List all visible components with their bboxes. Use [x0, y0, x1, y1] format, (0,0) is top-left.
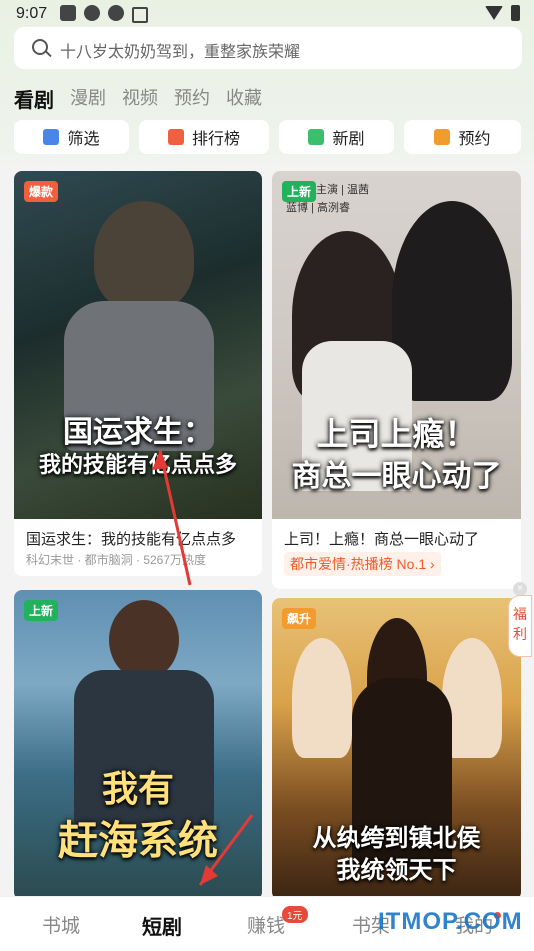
game-controller-icon: [60, 5, 76, 21]
poster-title-line2: 我的技能有亿点点多: [38, 452, 237, 477]
new-badge: 上新: [24, 600, 59, 621]
filter-label: 筛选: [67, 131, 100, 148]
poster-title-line1: 上司上瘾！: [316, 416, 477, 452]
close-icon[interactable]: ×: [513, 582, 527, 596]
play-icon: [308, 129, 325, 145]
drama-poster: 国运求生： 我的技能有亿点点多: [14, 171, 262, 519]
benefit-float-button[interactable]: 福利: [508, 595, 532, 657]
tab-video[interactable]: 视频: [122, 84, 158, 113]
battery-icon: [511, 5, 520, 21]
grid-icon: [43, 129, 60, 145]
drama-poster: 主演 | 温茜 蓝博 | 高洌睿 上司上瘾！ 商总一眼心动了: [272, 171, 521, 519]
nav-bookstore[interactable]: 书城: [42, 911, 80, 938]
drama-poster: 从纨绔到镇北侯 我统领天下: [272, 598, 521, 900]
poster-title-line1: 国运求生：: [63, 416, 213, 449]
search-icon: [32, 39, 48, 55]
poster-title-line2: 我统领天下: [336, 857, 457, 884]
poster-credit-1: 主演 | 温茜: [316, 184, 369, 196]
tab-watch[interactable]: 看剧: [14, 84, 54, 113]
poster-title-line1: 从纨绔到镇北侯: [312, 825, 481, 852]
drama-title: 上司！上瘾！商总一眼心动了: [284, 531, 480, 548]
drama-poster: 我有 赶海系统: [14, 590, 262, 900]
drama-meta: 科幻末世 · 都市脑洞 · 5267万热度: [26, 553, 207, 567]
ranking-button[interactable]: 排行榜: [139, 120, 269, 154]
category-tabs: 看剧 漫剧 视频 预约 收藏: [14, 84, 278, 113]
nav-short-drama[interactable]: 短剧: [142, 911, 182, 940]
drama-card-4[interactable]: 从纨绔到镇北侯 我统领天下 飙升: [272, 598, 521, 900]
app-icon-2: [108, 5, 124, 21]
character-figure: [94, 201, 194, 311]
rank-tag[interactable]: 都市爱情·热播榜 No.1 ›: [284, 552, 441, 576]
poster-title-line1: 我有: [101, 768, 174, 809]
drama-title: 国运求生：我的技能有亿点点多: [26, 531, 237, 548]
filter-button[interactable]: 筛选: [14, 120, 129, 154]
reserve-button[interactable]: 预约: [404, 120, 521, 154]
tab-reserve[interactable]: 预约: [174, 84, 210, 113]
app-icon: [84, 5, 100, 21]
character-left: [292, 638, 352, 758]
poster-title-line2: 商总一眼心动了: [291, 460, 502, 493]
drama-card-2[interactable]: 主演 | 温茜 蓝博 | 高洌睿 上司上瘾！ 商总一眼心动了 上新 上司！上瘾！…: [272, 171, 521, 589]
hot-badge: 爆款: [24, 181, 59, 202]
font-icon: [132, 7, 148, 23]
tab-comic-drama[interactable]: 漫剧: [70, 84, 106, 113]
nav-earn[interactable]: 赚钱: [247, 911, 285, 938]
watermark: ITMOP.COM: [378, 908, 523, 935]
tab-favorites[interactable]: 收藏: [226, 84, 262, 113]
status-bar: 9:07: [0, 0, 534, 28]
bar-chart-icon: [167, 129, 184, 145]
new-drama-label: 新剧: [332, 131, 365, 148]
rising-badge: 飙升: [282, 608, 317, 629]
earn-badge: 1元: [282, 906, 308, 923]
poster-title-line2: 赶海系统: [58, 819, 218, 863]
search-placeholder: 十八岁太奶奶驾到，重整家族荣耀: [60, 44, 301, 61]
drama-card-3[interactable]: 我有 赶海系统 上新: [14, 590, 262, 900]
notification-icons: [60, 5, 148, 23]
calendar-check-icon: [434, 129, 451, 145]
search-bar[interactable]: 十八岁太奶奶驾到，重整家族荣耀: [14, 27, 522, 69]
wifi-icon: [485, 6, 503, 20]
drama-card-1[interactable]: 国运求生： 我的技能有亿点点多 爆款 国运求生：我的技能有亿点点多 科幻末世 ·…: [14, 171, 262, 576]
new-drama-button[interactable]: 新剧: [279, 120, 394, 154]
benefit-label: 福利: [513, 606, 527, 642]
character-head: [109, 600, 179, 680]
ranking-label: 排行榜: [191, 131, 240, 148]
new-badge: 上新: [282, 181, 317, 202]
reserve-label: 预约: [458, 131, 491, 148]
status-time: 9:07: [16, 5, 48, 22]
